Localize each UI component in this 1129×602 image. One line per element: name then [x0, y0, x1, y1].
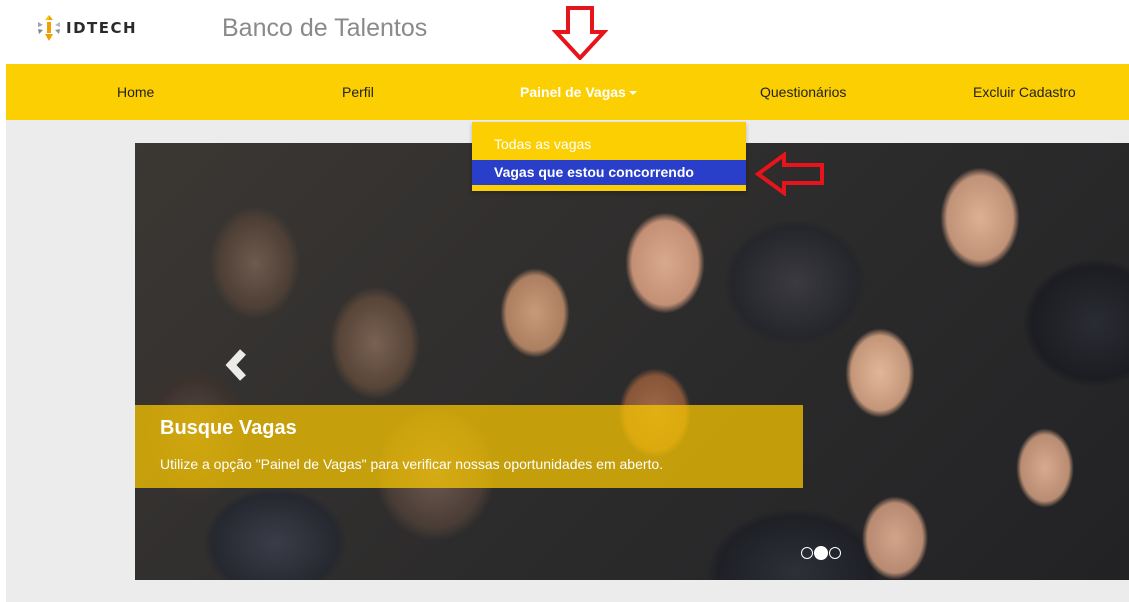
nav-item-questionarios[interactable]: Questionários	[760, 64, 846, 120]
nav-item-excluir-cadastro[interactable]: Excluir Cadastro	[973, 64, 1076, 120]
dropdown-item-vagas-que-estou-concorrendo[interactable]: Vagas que estou concorrendo	[472, 160, 746, 185]
app-title: Banco de Talentos	[222, 14, 428, 42]
logo-text: IDTECH	[66, 19, 138, 37]
nav-item-painel-de-vagas[interactable]: Painel de Vagas	[520, 64, 637, 120]
nav-item-painel-de-vagas-label: Painel de Vagas	[520, 84, 626, 100]
arrow-down-icon	[552, 6, 608, 60]
carousel-indicator-active[interactable]	[814, 546, 828, 560]
carousel-indicator[interactable]	[829, 547, 841, 559]
carousel-indicators	[801, 546, 842, 560]
caption-text: Utilize a opção "Painel de Vagas" para v…	[160, 456, 664, 472]
idtech-logo-icon	[38, 15, 60, 41]
dropdown-item-todas-as-vagas[interactable]: Todas as vagas	[472, 132, 746, 157]
carousel-indicator[interactable]	[801, 547, 813, 559]
navbar: Home Perfil Painel de Vagas Questionário…	[6, 64, 1129, 120]
header: IDTECH Banco de Talentos	[0, 0, 1129, 64]
nav-item-home[interactable]: Home	[117, 64, 154, 120]
dropdown-menu: Todas as vagas Vagas que estou concorren…	[472, 122, 746, 191]
chevron-left-icon[interactable]	[223, 348, 253, 382]
carousel: Busque Vagas Utilize a opção "Painel de …	[135, 143, 1129, 580]
logo[interactable]: IDTECH	[36, 12, 137, 44]
caption-title: Busque Vagas	[160, 417, 297, 439]
caret-down-icon	[628, 91, 637, 96]
carousel-caption: Busque Vagas Utilize a opção "Painel de …	[135, 405, 803, 488]
nav-item-perfil[interactable]: Perfil	[342, 64, 374, 120]
arrow-left-icon	[754, 152, 824, 196]
